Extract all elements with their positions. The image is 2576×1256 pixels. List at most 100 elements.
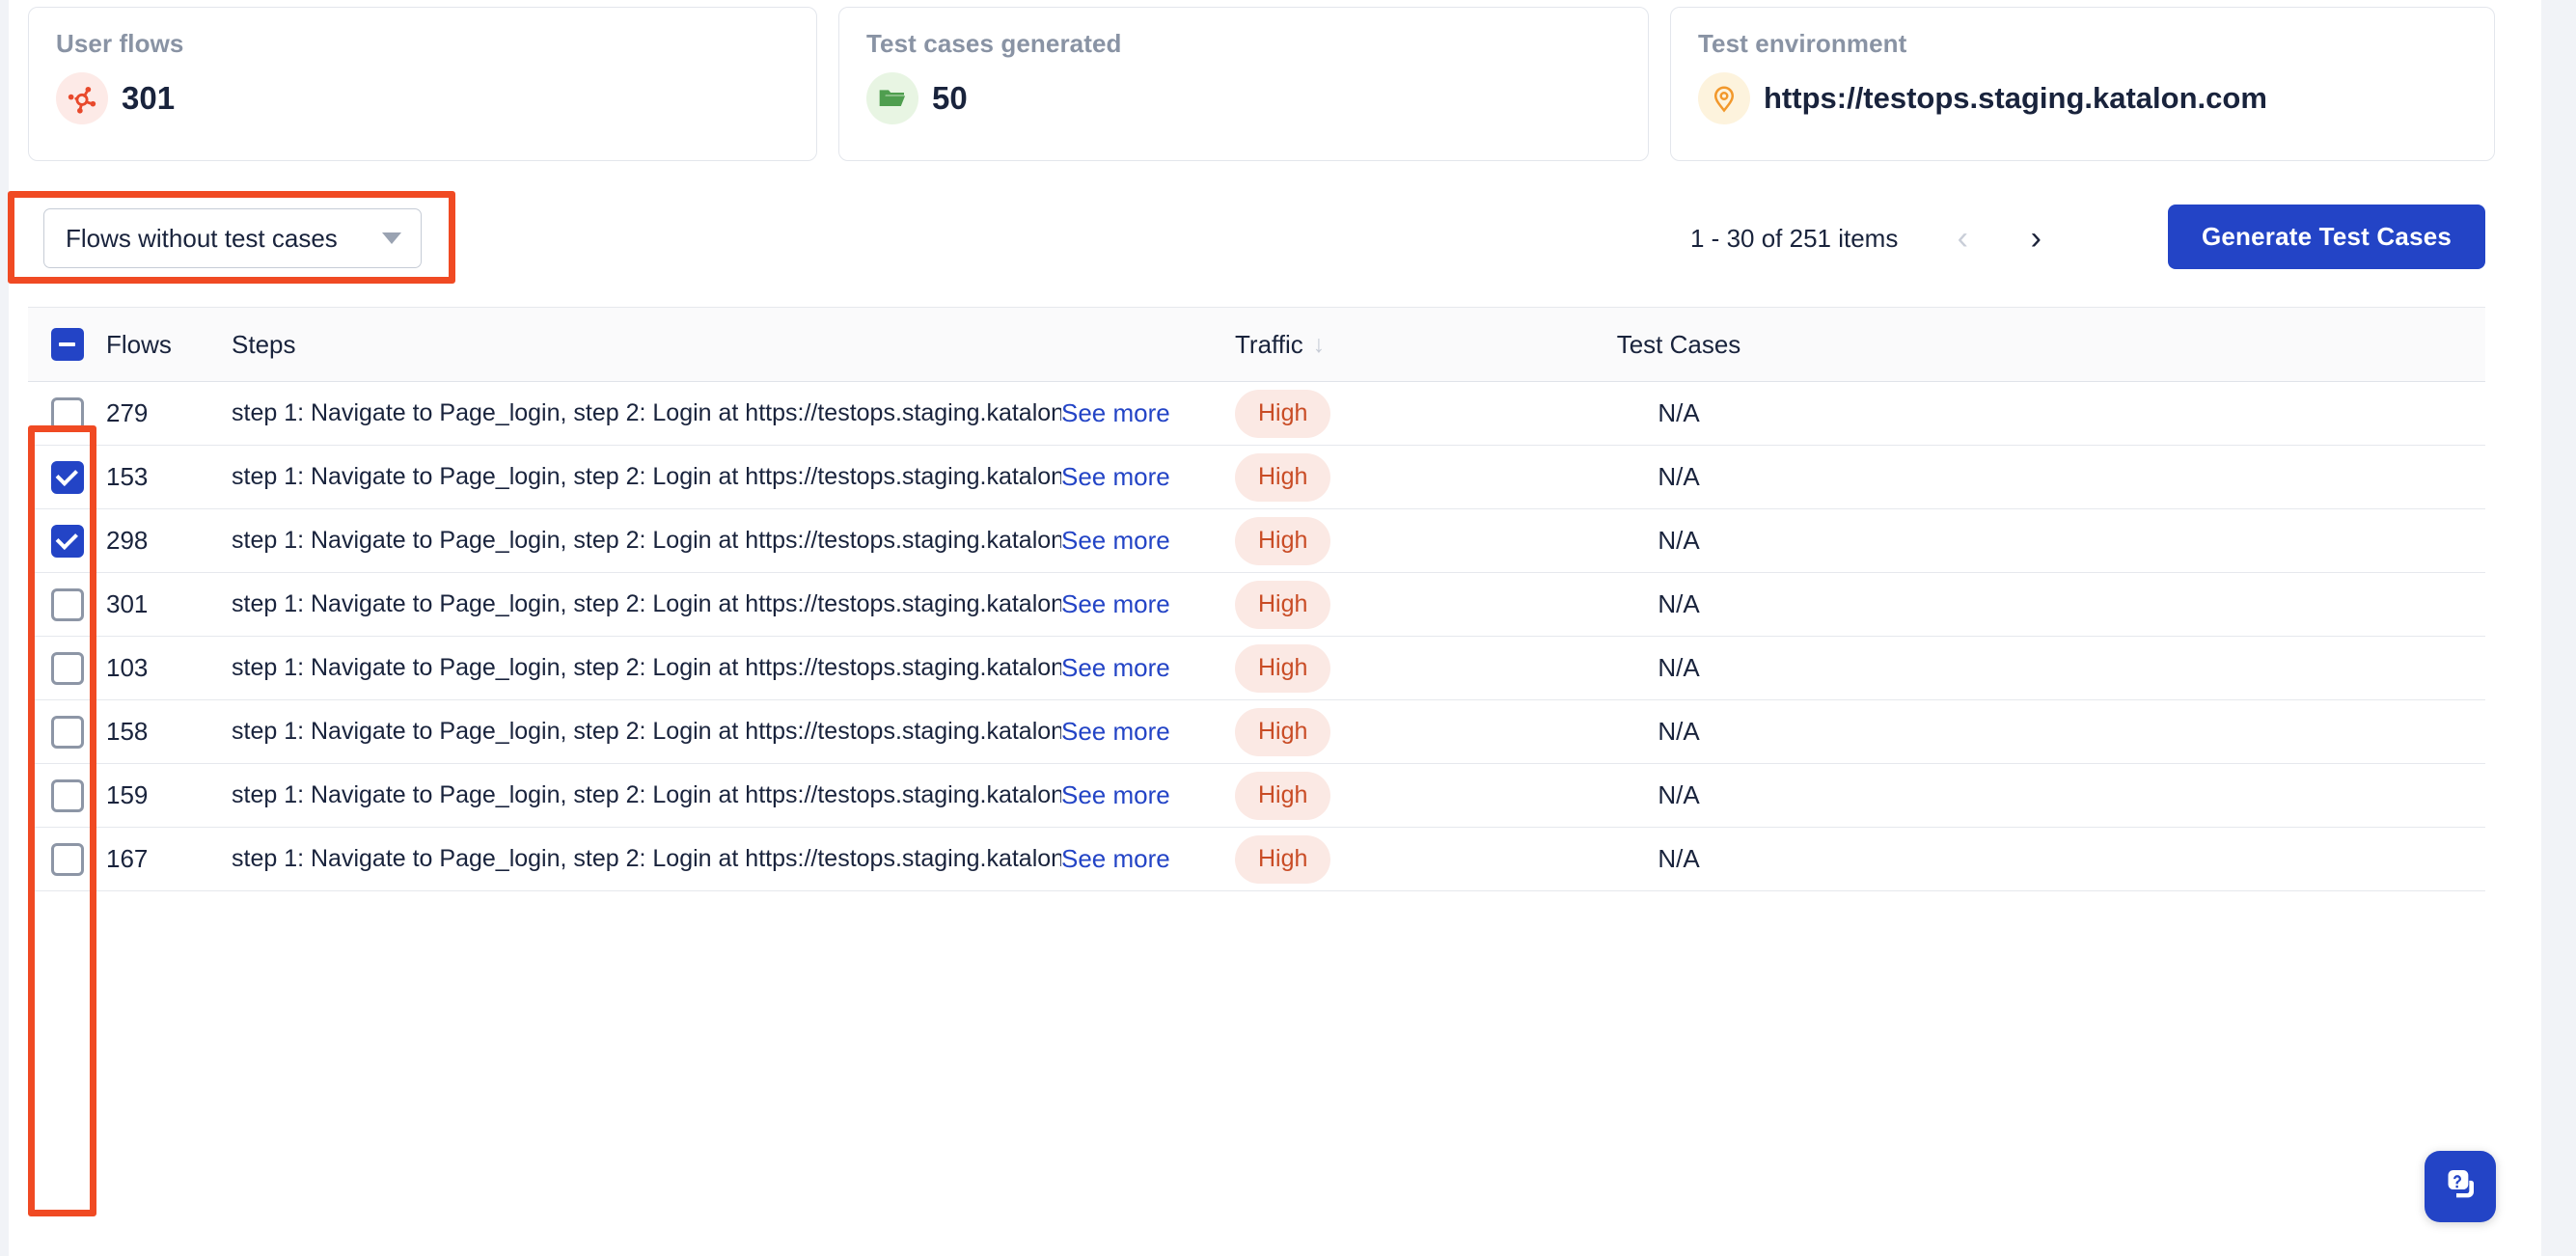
column-header-flows[interactable]: Flows bbox=[106, 330, 232, 360]
stat-card-value: https://testops.staging.katalon.com bbox=[1764, 81, 2267, 115]
cell-steps: step 1: Navigate to Page_login, step 2: … bbox=[232, 718, 1061, 745]
row-checkbox-cell bbox=[28, 587, 106, 621]
cell-steps: step 1: Navigate to Page_login, step 2: … bbox=[232, 590, 1061, 617]
stat-card-label: Test environment bbox=[1698, 29, 1907, 58]
app-root: User flows 301 Test cases generated 50 T… bbox=[0, 0, 2576, 1256]
traffic-badge: High bbox=[1235, 771, 1331, 820]
select-all-checkbox[interactable] bbox=[50, 328, 84, 361]
row-checkbox[interactable] bbox=[50, 651, 84, 685]
cell-see-more: See more bbox=[1061, 589, 1235, 619]
see-more-link[interactable]: See more bbox=[1061, 589, 1170, 618]
stat-card-test-environment: Test environment https://testops.staging… bbox=[1670, 7, 2495, 161]
traffic-badge: High bbox=[1235, 834, 1331, 884]
stat-card-value: 50 bbox=[932, 80, 968, 116]
column-header-traffic-label: Traffic bbox=[1235, 329, 1303, 359]
cell-traffic: High bbox=[1235, 580, 1544, 629]
table-row[interactable]: 103 step 1: Navigate to Page_login, step … bbox=[28, 637, 2485, 700]
stat-card-user-flows: User flows 301 bbox=[28, 7, 817, 161]
cell-see-more: See more bbox=[1061, 526, 1235, 556]
row-checkbox-cell bbox=[28, 460, 106, 494]
traffic-badge: High bbox=[1235, 516, 1331, 565]
see-more-link[interactable]: See more bbox=[1061, 780, 1170, 809]
cell-test-cases: N/A bbox=[1658, 780, 1700, 809]
page-background-left bbox=[0, 0, 9, 1256]
cell-flow-id: 301 bbox=[106, 589, 149, 618]
table-row[interactable]: 153 step 1: Navigate to Page_login, step … bbox=[28, 446, 2485, 509]
see-more-link[interactable]: See more bbox=[1061, 462, 1170, 491]
cell-flow-id: 279 bbox=[106, 398, 149, 427]
table-row[interactable]: 298 step 1: Navigate to Page_login, step … bbox=[28, 509, 2485, 573]
network-nodes-icon bbox=[56, 72, 108, 124]
cell-see-more: See more bbox=[1061, 844, 1235, 874]
table-row[interactable]: 301 step 1: Navigate to Page_login, step … bbox=[28, 573, 2485, 637]
pagination-next-button[interactable]: › bbox=[2006, 218, 2066, 259]
cell-see-more: See more bbox=[1061, 780, 1235, 810]
help-widget-button[interactable] bbox=[2425, 1151, 2496, 1222]
table-toolbar: Flows without test cases 1 - 30 of 251 i… bbox=[0, 191, 2576, 287]
sort-descending-icon: ↓ bbox=[1312, 330, 1326, 358]
row-checkbox[interactable] bbox=[50, 587, 84, 621]
see-more-link[interactable]: See more bbox=[1061, 398, 1170, 427]
cell-steps: step 1: Navigate to Page_login, step 2: … bbox=[232, 654, 1061, 681]
cell-test-cases: N/A bbox=[1658, 462, 1700, 491]
row-checkbox-cell bbox=[28, 778, 106, 812]
cell-flow-id: 103 bbox=[106, 653, 149, 682]
see-more-link[interactable]: See more bbox=[1061, 526, 1170, 555]
cell-traffic: High bbox=[1235, 834, 1544, 884]
flows-filter-dropdown[interactable]: Flows without test cases bbox=[43, 208, 422, 268]
generate-test-cases-button[interactable]: Generate Test Cases bbox=[2168, 205, 2485, 269]
cell-see-more: See more bbox=[1061, 462, 1235, 492]
stat-card-label: Test cases generated bbox=[866, 29, 1122, 58]
table-header-row: Flows Steps Traffic ↓ Test Cases bbox=[28, 307, 2485, 382]
cell-see-more: See more bbox=[1061, 717, 1235, 747]
row-checkbox[interactable] bbox=[50, 778, 84, 812]
see-more-link[interactable]: See more bbox=[1061, 653, 1170, 682]
cell-see-more: See more bbox=[1061, 653, 1235, 683]
cell-flow-id: 158 bbox=[106, 717, 149, 746]
table-row[interactable]: 158 step 1: Navigate to Page_login, step … bbox=[28, 700, 2485, 764]
table-row[interactable]: 167 step 1: Navigate to Page_login, step … bbox=[28, 828, 2485, 891]
cell-flow-id: 298 bbox=[106, 526, 149, 555]
help-question-bubble-icon bbox=[2441, 1165, 2480, 1209]
cell-steps: step 1: Navigate to Page_login, step 2: … bbox=[232, 781, 1061, 808]
cell-traffic: High bbox=[1235, 643, 1544, 693]
cell-test-cases: N/A bbox=[1658, 717, 1700, 746]
stat-card-test-cases-generated: Test cases generated 50 bbox=[838, 7, 1649, 161]
column-header-traffic[interactable]: Traffic ↓ bbox=[1235, 330, 1325, 360]
cell-test-cases: N/A bbox=[1658, 589, 1700, 618]
see-more-link[interactable]: See more bbox=[1061, 717, 1170, 746]
row-checkbox[interactable] bbox=[50, 842, 84, 876]
column-header-traffic-cell: Traffic ↓ bbox=[1235, 330, 1544, 360]
traffic-badge: High bbox=[1235, 643, 1331, 693]
pagination-prev-button[interactable]: ‹ bbox=[1932, 218, 1992, 259]
flows-filter-value: Flows without test cases bbox=[66, 223, 338, 253]
see-more-link[interactable]: See more bbox=[1061, 844, 1170, 873]
table-row[interactable]: 159 step 1: Navigate to Page_login, step … bbox=[28, 764, 2485, 828]
row-checkbox[interactable] bbox=[50, 460, 84, 494]
flows-table: Flows Steps Traffic ↓ Test Cases 279 step… bbox=[28, 307, 2485, 891]
cell-flow-id: 153 bbox=[106, 462, 149, 491]
cell-steps: step 1: Navigate to Page_login, step 2: … bbox=[232, 399, 1061, 426]
stat-card-label: User flows bbox=[56, 29, 184, 58]
row-checkbox[interactable] bbox=[50, 715, 84, 749]
cell-test-cases: N/A bbox=[1658, 844, 1700, 873]
stat-card-value: 301 bbox=[122, 80, 176, 116]
row-checkbox[interactable] bbox=[50, 524, 84, 558]
pagination-range: 1 - 30 of 251 items bbox=[1690, 223, 1899, 253]
traffic-badge: High bbox=[1235, 707, 1331, 756]
cell-test-cases: N/A bbox=[1658, 653, 1700, 682]
row-checkbox-cell bbox=[28, 396, 106, 430]
table-row[interactable]: 279 step 1: Navigate to Page_login, step … bbox=[28, 382, 2485, 446]
cell-traffic: High bbox=[1235, 516, 1544, 565]
cell-flow-id: 159 bbox=[106, 780, 149, 809]
chevron-down-icon bbox=[382, 232, 401, 244]
row-checkbox-cell bbox=[28, 715, 106, 749]
column-header-steps[interactable]: Steps bbox=[232, 330, 1061, 360]
cell-traffic: High bbox=[1235, 389, 1544, 438]
cell-steps: step 1: Navigate to Page_login, step 2: … bbox=[232, 527, 1061, 554]
row-checkbox-cell bbox=[28, 842, 106, 876]
column-header-test-cases[interactable]: Test Cases bbox=[1544, 330, 1814, 360]
page-background-right bbox=[2541, 0, 2576, 1256]
row-checkbox[interactable] bbox=[50, 396, 84, 430]
location-pin-icon bbox=[1698, 72, 1750, 124]
